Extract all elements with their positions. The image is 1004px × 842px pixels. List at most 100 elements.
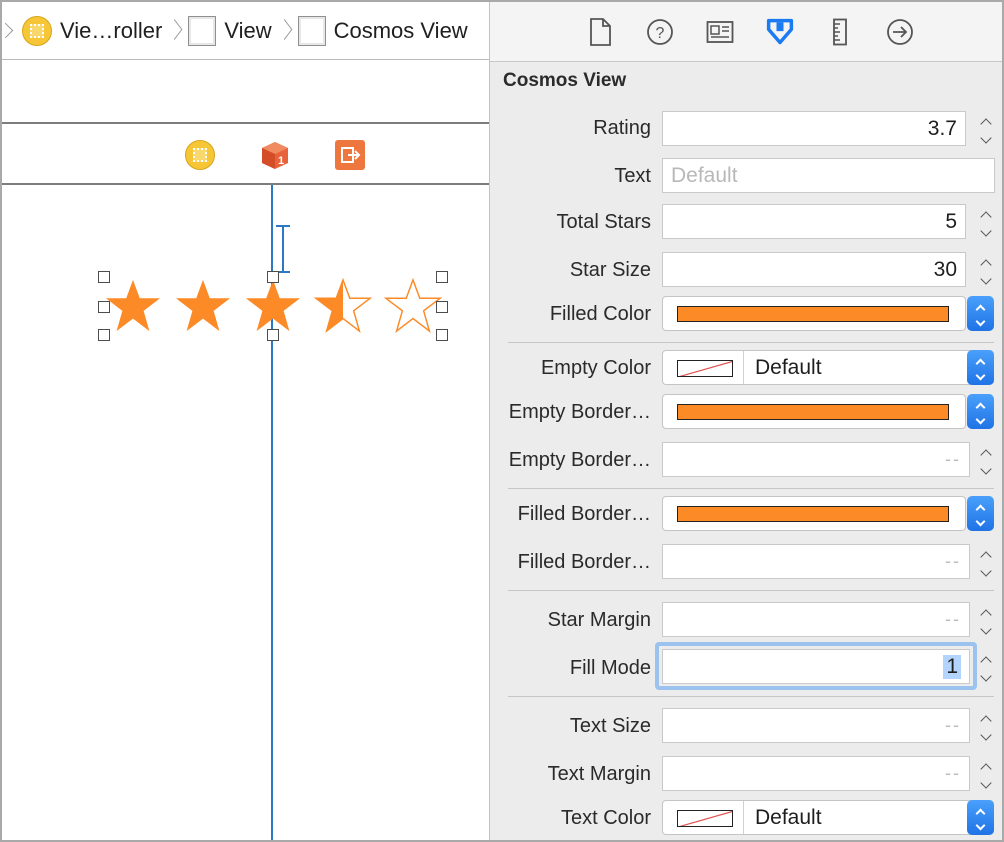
connections-inspector-icon[interactable] [886,18,914,46]
color-swatch [677,404,949,420]
exit-icon[interactable] [335,140,365,170]
chevron-down-icon [980,564,992,577]
empty-border-color-well[interactable] [662,394,966,429]
resize-handle[interactable] [98,301,110,313]
resize-handle[interactable] [436,301,448,313]
breadcrumb-item-cosmos-view[interactable]: Cosmos View [290,2,468,59]
chevron-down-icon [980,728,992,741]
empty-border-width-label: Empty Border… [508,449,651,471]
filled-color-popup-button[interactable] [967,296,994,331]
attributes-inspector: ? Cosmos View Rating 3.7 Text Default To… [489,2,1002,840]
resize-handle[interactable] [98,271,110,283]
filled-border-width-label: Filled Border… [517,551,651,573]
selected-text: 1 [943,654,961,679]
app-window: Vie…roller View Cosmos View 1 ? Cosmos V… [0,0,1004,842]
total-stars-field[interactable]: 5 [662,204,966,239]
rating-label: Rating [593,117,651,139]
default-color-swatch [677,810,733,827]
text-size-stepper[interactable] [978,708,994,743]
chevron-up-icon [980,448,992,461]
cosmos-view[interactable] [102,277,442,337]
view-controller-icon[interactable] [185,140,215,170]
empty-border-color-popup-button[interactable] [967,394,994,429]
divider [508,488,994,489]
total-stars-stepper[interactable] [978,204,994,239]
quick-help-icon[interactable]: ? [646,18,674,46]
star-size-stepper[interactable] [978,252,994,287]
filled-border-color-well[interactable] [662,496,966,531]
section-title: Cosmos View [503,70,627,91]
star-margin-stepper[interactable] [978,602,994,637]
fill-mode-field[interactable]: 1 [662,649,970,684]
filled-border-width-field[interactable]: -- [662,544,970,579]
scene-dock: 1 [2,122,489,185]
filled-border-color-popup-button[interactable] [967,496,994,531]
text-size-field[interactable]: -- [662,708,970,743]
chevron-up-icon [980,210,992,223]
chevron-down-icon [975,316,986,326]
view-icon [188,15,217,46]
empty-border-width-stepper[interactable] [978,442,994,477]
fill-mode-stepper[interactable] [978,649,994,684]
empty-color-label: Empty Color [540,357,651,379]
default-color-swatch [677,360,733,377]
star-margin-label: Star Margin [547,609,651,631]
divider [508,342,994,343]
chevron-up-icon [975,504,986,514]
design-canvas[interactable] [2,185,489,840]
filled-border-color-label: Filled Border… [517,503,651,525]
resize-handle[interactable] [267,271,279,283]
empty-border-color-label: Empty Border… [508,401,651,423]
svg-text:1: 1 [278,155,284,167]
divider [743,801,744,834]
empty-color-popup[interactable]: Default [662,350,994,385]
chevron-down-icon [980,669,992,682]
resize-handle[interactable] [98,329,110,341]
svg-text:?: ? [656,25,665,42]
breadcrumb-label: Vie…roller [60,17,163,43]
rating-stepper[interactable] [978,111,994,146]
empty-border-width-field[interactable]: -- [662,442,970,477]
chevron-up-icon [980,258,992,271]
chevron-up-icon [980,655,992,668]
text-field[interactable]: Default [662,158,995,193]
filled-color-well[interactable] [662,296,966,331]
text-color-popup[interactable]: Default [662,800,994,835]
chevron-down-icon [975,516,986,526]
star-icon [175,279,231,332]
chevron-down-icon [980,131,992,144]
text-margin-field[interactable]: -- [662,756,970,791]
resize-handle[interactable] [267,329,279,341]
breadcrumb-separator [278,16,290,46]
text-size-label: Text Size [569,715,651,737]
chevron-up-icon [980,714,992,727]
file-inspector-icon[interactable] [586,18,614,46]
star-margin-field[interactable]: -- [662,602,970,637]
rating-field[interactable]: 3.7 [662,111,966,146]
chevron-down-icon [980,272,992,285]
breadcrumb-item-view[interactable]: View [180,2,272,59]
breadcrumb-separator [6,16,12,46]
canvas-pane: Vie…roller View Cosmos View 1 [2,2,489,840]
chevron-up-icon [975,808,986,818]
text-color-value: Default [755,806,822,829]
empty-color-popup-button[interactable] [967,350,994,385]
spacing-guide [276,225,290,273]
chevron-down-icon [975,370,986,380]
filled-border-width-stepper[interactable] [978,544,994,579]
text-color-popup-button[interactable] [967,800,994,835]
empty-star-icon [384,277,442,334]
chevron-up-icon [980,608,992,621]
attributes-inspector-icon[interactable] [766,18,794,46]
chevron-up-icon [980,762,992,775]
resize-handle[interactable] [436,329,448,341]
text-margin-stepper[interactable] [978,756,994,791]
first-responder-icon[interactable]: 1 [260,140,290,170]
breadcrumb-item-view-controller[interactable]: Vie…roller [12,2,163,59]
star-size-field[interactable]: 30 [662,252,966,287]
fill-mode-label: Fill Mode [569,657,651,679]
size-inspector-icon[interactable] [826,18,854,46]
resize-handle[interactable] [436,271,448,283]
breadcrumb-separator [168,16,180,46]
identity-inspector-icon[interactable] [706,18,734,46]
